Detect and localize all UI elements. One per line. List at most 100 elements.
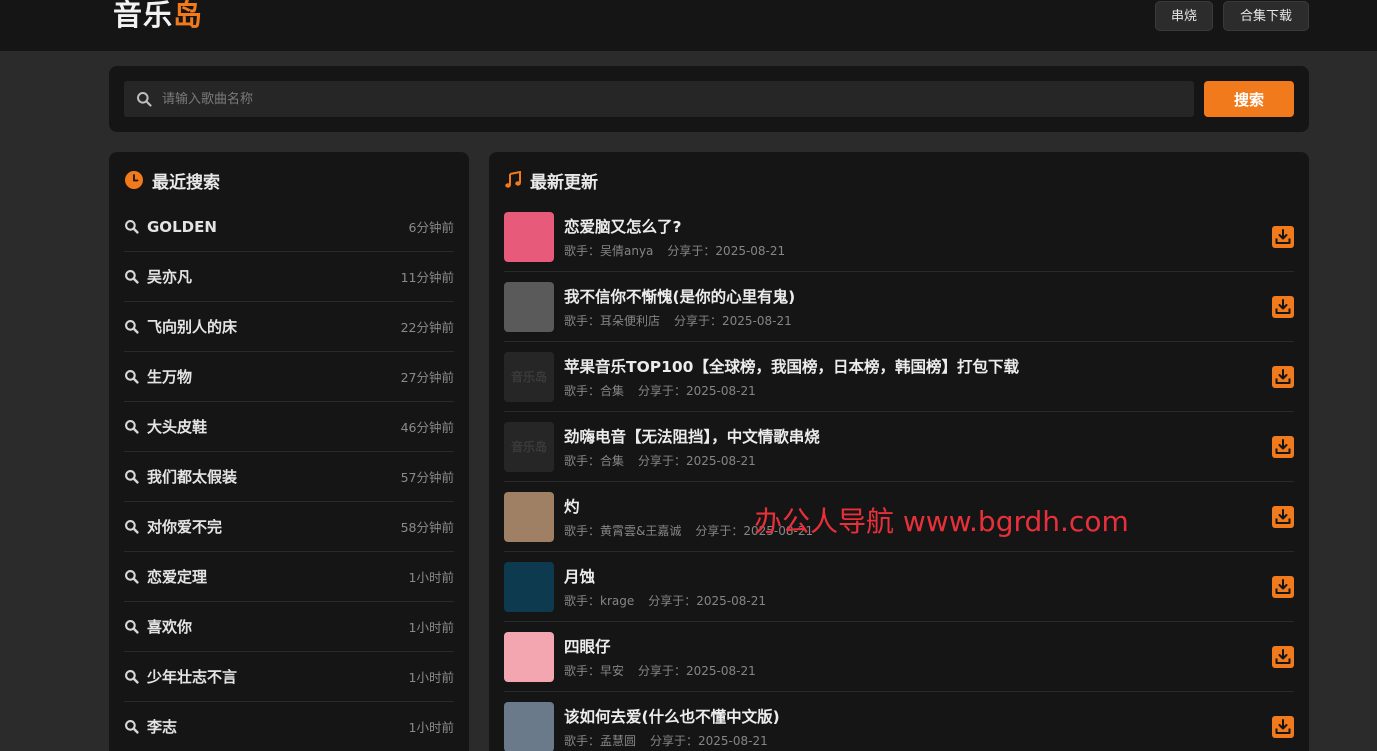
search-box xyxy=(124,81,1194,117)
recent-search-link: 喜欢你 xyxy=(124,616,192,637)
song-info: 劲嗨电音【无法阻挡】，中文情歌串烧歌手：合集 分享于：2025-08-21 xyxy=(564,425,820,469)
recent-search-term: 对你爱不完 xyxy=(147,518,223,536)
download-icon[interactable] xyxy=(1272,576,1294,598)
recent-search-time: 58分钟前 xyxy=(400,520,454,535)
song-title-link[interactable]: 劲嗨电音【无法阻挡】，中文情歌串烧 xyxy=(564,425,820,447)
recent-search-item[interactable]: 喜欢你 1小时前 xyxy=(124,602,454,652)
song-cover[interactable] xyxy=(504,631,554,682)
song-shared-date: 分享于：2025-08-21 xyxy=(667,243,786,258)
recent-search-link: 大头皮鞋 xyxy=(124,416,207,437)
song-cover[interactable]: 音乐岛 xyxy=(504,421,554,472)
recent-search-term: 吴亦凡 xyxy=(147,268,193,286)
download-icon[interactable] xyxy=(1272,646,1294,668)
song-item: 四眼仔歌手：早安 分享于：2025-08-21 xyxy=(504,622,1294,692)
song-shared-date: 分享于：2025-08-21 xyxy=(638,663,756,678)
song-cover[interactable] xyxy=(504,491,554,542)
song-cover[interactable] xyxy=(504,211,554,262)
download-icon[interactable] xyxy=(1272,366,1294,388)
recent-search-item[interactable]: 我们都太假装 57分钟前 xyxy=(124,452,454,502)
song-info: 月蚀 歌手：krage 分享于：2025-08-21 xyxy=(564,565,766,609)
recent-search-time: 1小时前 xyxy=(408,720,454,735)
recent-search-time: 1小时前 xyxy=(408,670,454,685)
recent-search-link: 吴亦凡 xyxy=(124,266,192,287)
song-meta: 歌手：合集 分享于：2025-08-21 xyxy=(564,382,1019,399)
recent-search-term: 生万物 xyxy=(147,368,193,386)
search-button[interactable]: 搜索 xyxy=(1204,81,1294,117)
recent-search-item[interactable]: 李志 1小时前 xyxy=(124,702,454,751)
medley-button[interactable]: 串烧 xyxy=(1155,1,1213,31)
song-shared-date: 分享于：2025-08-21 xyxy=(650,733,768,748)
song-meta: 歌手：早安 分享于：2025-08-21 xyxy=(564,662,756,679)
logo-char-1: 音 xyxy=(113,0,144,32)
song-title-link[interactable]: 我不信你不惭愧(是你的心里有鬼) xyxy=(564,285,795,307)
song-item: 音乐岛 劲嗨电音【无法阻挡】，中文情歌串烧歌手：合集 分享于：2025-08-21 xyxy=(504,412,1294,482)
download-icon[interactable] xyxy=(1272,226,1294,248)
song-singer: 歌手：krage xyxy=(564,593,635,608)
download-icon[interactable] xyxy=(1272,716,1294,738)
logo-char-3: 岛 xyxy=(173,0,204,32)
logo-char-2: 乐 xyxy=(143,0,174,32)
latest-update-header: 最新更新 xyxy=(504,168,598,193)
bundle-download-button[interactable]: 合集下载 xyxy=(1223,1,1309,31)
song-item: 该如何去爱(什么也不懂中文版) 歌手：孟慧圆 分享于：2025-08-21 xyxy=(504,692,1294,751)
recent-search-time: 27分钟前 xyxy=(400,370,454,385)
song-cover[interactable]: 音乐岛 xyxy=(504,351,554,402)
cover-placeholder-text: 音乐岛 xyxy=(510,370,547,384)
song-meta: 歌手：耳朵便利店 分享于：2025-08-21 xyxy=(564,312,795,329)
recent-search-item[interactable]: 飞向别人的床 22分钟前 xyxy=(124,302,454,352)
recent-search-list: GOLDEN 6分钟前吴亦凡 11分钟前飞向别人的床 22分钟前生万物 27分钟前大头皮… xyxy=(124,202,454,751)
recent-search-time: 1小时前 xyxy=(408,570,454,585)
song-item: 音乐岛 苹果音乐TOP100【全球榜，我国榜，日本榜，韩国榜】打包下载歌手：合集分… xyxy=(504,342,1294,412)
search-icon xyxy=(125,570,139,584)
recent-search-term: 大头皮鞋 xyxy=(147,418,208,436)
recent-search-term: 少年壮志不言 xyxy=(147,668,238,686)
song-title-link[interactable]: 四眼仔 xyxy=(564,635,756,657)
search-input[interactable] xyxy=(162,81,1182,117)
recent-search-link: 飞向别人的床 xyxy=(124,316,237,337)
download-icon[interactable] xyxy=(1272,296,1294,318)
recent-search-title: 最近搜索 xyxy=(152,172,220,193)
song-title-link[interactable]: 月蚀 xyxy=(564,565,766,587)
song-title-link[interactable]: 该如何去爱(什么也不懂中文版) xyxy=(564,705,780,727)
song-info: 苹果音乐TOP100【全球榜，我国榜，日本榜，韩国榜】打包下载歌手：合集 分享于：… xyxy=(564,355,1019,399)
recent-search-time: 22分钟前 xyxy=(400,320,454,335)
recent-search-term: 李志 xyxy=(147,718,178,736)
download-icon[interactable] xyxy=(1272,506,1294,528)
recent-search-link: 生万物 xyxy=(124,366,192,387)
latest-update-panel: 最新更新 恋爱脑又怎么了? 歌手：吴倩anya 分享于：2025-08-21 我不信你… xyxy=(489,152,1309,751)
recent-search-item[interactable]: GOLDEN 6分钟前 xyxy=(124,202,454,252)
song-cover[interactable] xyxy=(504,561,554,612)
recent-search-item[interactable]: 吴亦凡 11分钟前 xyxy=(124,252,454,302)
song-info: 我不信你不惭愧(是你的心里有鬼) 歌手：耳朵便利店 分享于：2025-08-21 xyxy=(564,285,795,329)
download-icon[interactable] xyxy=(1272,436,1294,458)
search-icon xyxy=(125,470,139,484)
recent-search-time: 57分钟前 xyxy=(400,470,454,485)
recent-search-term: 恋爱定理 xyxy=(147,568,208,586)
recent-search-time: 1小时前 xyxy=(408,620,454,635)
cover-placeholder-text: 音乐岛 xyxy=(510,440,547,454)
song-cover[interactable] xyxy=(504,281,554,332)
recent-search-term: GOLDEN xyxy=(147,217,217,236)
search-icon xyxy=(137,92,152,107)
song-list: 恋爱脑又怎么了? 歌手：吴倩anya 分享于：2025-08-21 我不信你不惭愧(是… xyxy=(504,202,1294,751)
recent-search-link: GOLDEN xyxy=(124,218,217,236)
recent-search-item[interactable]: 对你爱不完 58分钟前 xyxy=(124,502,454,552)
song-title-link[interactable]: 苹果音乐TOP100【全球榜，我国榜，日本榜，韩国榜】打包下载 xyxy=(564,355,1019,377)
recent-search-item[interactable]: 大头皮鞋 46分钟前 xyxy=(124,402,454,452)
search-icon xyxy=(125,670,139,684)
search-icon xyxy=(125,720,139,734)
song-singer: 歌手：孟慧圆 xyxy=(564,733,637,748)
recent-search-item[interactable]: 恋爱定理 1小时前 xyxy=(124,552,454,602)
recent-search-time: 6分钟前 xyxy=(408,220,454,235)
search-icon xyxy=(125,520,139,534)
watermark-text: 办公人导航 www.bgrdh.com xyxy=(754,505,1129,538)
recent-search-item[interactable]: 生万物 27分钟前 xyxy=(124,352,454,402)
song-cover[interactable] xyxy=(504,701,554,751)
recent-search-link: 李志 xyxy=(124,716,177,737)
top-bar: 音 乐 岛 串烧 合集下载 xyxy=(0,0,1377,51)
song-title-link[interactable]: 恋爱脑又怎么了? xyxy=(564,215,785,237)
song-meta: 歌手：合集 分享于：2025-08-21 xyxy=(564,452,820,469)
site-logo[interactable]: 音 乐 岛 xyxy=(113,0,203,34)
search-icon xyxy=(125,320,139,334)
recent-search-item[interactable]: 少年壮志不言 1小时前 xyxy=(124,652,454,702)
